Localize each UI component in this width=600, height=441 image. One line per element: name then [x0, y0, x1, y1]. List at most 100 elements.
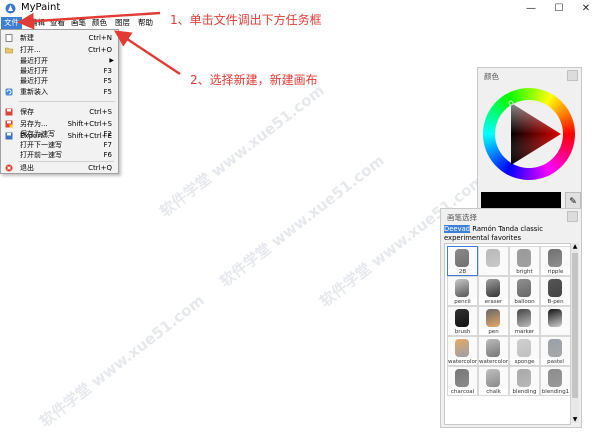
new-file-icon: [5, 34, 13, 42]
menu-save-shortcut: Ctrl+S: [89, 108, 112, 116]
menu-edit[interactable]: 编辑: [27, 17, 48, 29]
menu-color[interactable]: 颜色: [89, 17, 110, 29]
brush-preview-icon: [517, 279, 531, 297]
window-title: MyPaint: [21, 2, 61, 13]
group-favorites[interactable]: favorites: [491, 234, 521, 242]
maximize-button[interactable]: ☐: [546, 0, 572, 17]
brush-scrollbar[interactable]: ▲ ▼: [570, 243, 579, 423]
brush-B-pen[interactable]: B-pen: [540, 276, 571, 306]
brush-preview-icon: [455, 249, 469, 267]
scrollbar-thumb[interactable]: [572, 253, 578, 398]
brush-label: pen: [479, 329, 508, 335]
brush-preview-icon: [517, 309, 531, 327]
color-wheel[interactable]: [481, 86, 577, 182]
menu-new[interactable]: 新建 Ctrl+N: [1, 32, 118, 44]
brush-label: 2B: [448, 269, 477, 275]
brush-grid: 2B bright ripple pencil eraser balloon B-pen br…: [444, 243, 571, 425]
brush-panel-close-button[interactable]: [567, 211, 578, 222]
brush-blending1[interactable]: blending1: [540, 366, 571, 396]
brush-charcoal[interactable]: charcoal: [447, 366, 478, 396]
brush-ripple[interactable]: ripple: [540, 246, 571, 276]
brush-panel: 画笔选择 Deevad Ramón Tanda classic experime…: [440, 208, 582, 428]
menu-brush[interactable]: 画笔: [68, 17, 89, 29]
brush-preview-icon: [455, 369, 469, 387]
brush-bright[interactable]: bright: [509, 246, 540, 276]
brush-eraser[interactable]: eraser: [478, 276, 509, 306]
menu-help[interactable]: 帮助: [135, 17, 156, 29]
menu-layer[interactable]: 图层: [112, 17, 133, 29]
group-experimental[interactable]: experimental: [444, 234, 489, 242]
group-tanda[interactable]: Tanda: [498, 225, 518, 233]
menu-save[interactable]: 保存 Ctrl+S: [1, 106, 118, 118]
color-panel-title: 颜色: [484, 72, 499, 81]
menu-reload[interactable]: 重新装入 F5: [1, 86, 118, 98]
brush-label: B-pen: [541, 299, 570, 305]
brush-pencil[interactable]: pencil: [447, 276, 478, 306]
brush-preview-icon: [455, 309, 469, 327]
brush-pen[interactable]: pen: [478, 306, 509, 336]
brush-sponge[interactable]: sponge: [509, 336, 540, 366]
brush-preview-icon: [548, 369, 562, 387]
brush-label: brush: [448, 329, 477, 335]
brush-preview-icon: [548, 339, 562, 357]
menu-reload-shortcut: F5: [103, 88, 112, 96]
color-panel: 颜色 ✎: [477, 67, 582, 213]
menu-save-as[interactable]: 另存为... Shift+Ctrl+S: [1, 118, 118, 130]
brush-chalk[interactable]: chalk: [478, 366, 509, 396]
brush-preview-icon: [486, 279, 500, 297]
annotation-step1: 1、单击文件调出下方任务框: [170, 13, 322, 27]
brush-label: blending: [510, 389, 539, 395]
menu-save-as-label: 另存为...: [20, 120, 48, 128]
brush-preview-icon: [517, 369, 531, 387]
group-classic[interactable]: classic: [520, 225, 543, 233]
reload-icon: [5, 88, 13, 96]
brush-label: pencil: [448, 299, 477, 305]
arrow-to-new-item: [113, 30, 181, 76]
brush-label: pastel: [541, 359, 570, 365]
brush-label: balloon: [510, 299, 539, 305]
current-color-swatch: [481, 192, 561, 209]
brush-panel-title: 画笔选择: [447, 213, 477, 222]
mypaint-logo-icon: [5, 3, 16, 14]
brush-ink[interactable]: [540, 306, 571, 336]
menu-export-shortcut: Shift+Ctrl+E: [67, 132, 112, 140]
menu-new-shortcut: Ctrl+N: [88, 34, 112, 42]
menu-save-label: 保存: [20, 108, 34, 116]
menu-separator: [19, 101, 115, 102]
brush-marker[interactable]: marker: [509, 306, 540, 336]
menu-new-label: 新建: [20, 34, 34, 42]
color-panel-close-button[interactable]: [567, 70, 578, 81]
file-menu-dropdown: 新建 Ctrl+N 打开... Ctrl+O 最近打开 ▶ 最近打开 F3 最近…: [0, 29, 119, 174]
brush-preview-icon: [486, 339, 500, 357]
group-ramon[interactable]: Ramón: [472, 225, 496, 233]
minimize-button[interactable]: —: [518, 0, 544, 17]
menu-file[interactable]: 文件: [1, 17, 22, 29]
brush-preview-icon: [486, 249, 500, 267]
brush-2B[interactable]: 2B: [447, 246, 478, 276]
brush-label: bright: [510, 269, 539, 275]
scroll-down-icon[interactable]: ▼: [571, 416, 579, 423]
scroll-up-icon[interactable]: ▲: [571, 243, 579, 250]
save-as-icon: [5, 120, 13, 128]
brush-watercolor[interactable]: watercolor: [478, 336, 509, 366]
brush-balloon[interactable]: balloon: [509, 276, 540, 306]
close-button[interactable]: ✕: [573, 0, 599, 17]
brush-label: eraser: [479, 299, 508, 305]
brush-label: charcoal: [448, 389, 477, 395]
menu-export-label: Export...: [20, 132, 50, 140]
brush-preview-icon: [455, 339, 469, 357]
brush-preview-icon: [486, 369, 500, 387]
brush-brush[interactable]: brush: [447, 306, 478, 336]
brush-preview-icon: [548, 249, 562, 267]
brush-preview-icon: [486, 309, 500, 327]
brush-blending[interactable]: blending: [509, 366, 540, 396]
watermark: 软件学堂 www.xue51.com: [156, 81, 328, 221]
menu-view[interactable]: 查看: [47, 17, 68, 29]
brush-pastel[interactable]: pastel: [540, 336, 571, 366]
brush-watercolor[interactable]: watercolor: [447, 336, 478, 366]
brush-charcoal[interactable]: [478, 246, 509, 276]
save-icon: [5, 108, 13, 116]
menu-export[interactable]: Export... Shift+Ctrl+E: [1, 130, 118, 142]
brush-preview-icon: [517, 249, 531, 267]
group-deevad[interactable]: Deevad: [444, 225, 471, 233]
